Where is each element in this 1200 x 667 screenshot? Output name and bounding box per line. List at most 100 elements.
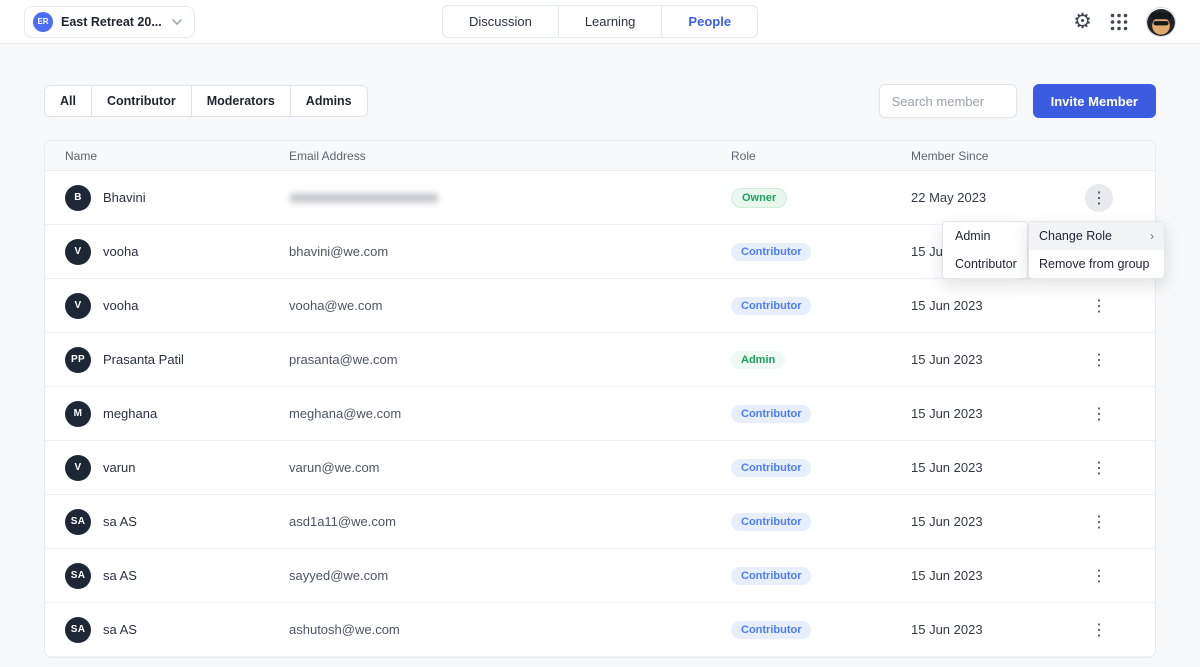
member-avatar: SA: [65, 616, 91, 643]
submenu-arrow-icon: ›: [1150, 229, 1154, 243]
invite-member-button[interactable]: Invite Member: [1032, 84, 1156, 118]
member-email-cell: varun@we.com: [289, 459, 731, 477]
role-filters: All Contributor Moderators Admins: [44, 85, 368, 117]
column-header-email-address: Email Address: [289, 148, 366, 163]
role-badge: Owner: [731, 187, 788, 208]
member-email: bhavini@we.com: [289, 243, 389, 259]
member-avatar: M: [65, 400, 91, 427]
row-actions-cell: ⋮: [1085, 183, 1135, 212]
member-since-date: 15 Jun 2023: [911, 622, 983, 637]
member-name-cell: Vvooha: [65, 238, 289, 265]
nav-tabs: Discussion Learning People: [441, 5, 759, 38]
filter-moderators[interactable]: Moderators: [190, 86, 290, 116]
row-actions-kebab-icon[interactable]: ⋮: [1085, 183, 1113, 212]
member-role-cell: Owner: [731, 187, 911, 208]
table-row: SA sa AS asd1a11@we.com Contributor 15 Jun 2…: [45, 495, 1155, 549]
column-header-role: Role: [731, 148, 756, 163]
row-actions-cell: ⋮: [1085, 508, 1135, 536]
row-actions-cell: ⋮: [1085, 292, 1135, 320]
member-email-cell: vooha@we.com: [289, 297, 731, 315]
row-actions-kebab-icon[interactable]: ⋮: [1085, 562, 1113, 590]
member-name-cell: PP Prasanta Patil: [65, 346, 289, 373]
member-since-date: 15 Jun 2023: [911, 298, 983, 313]
group-selector[interactable]: ER East Retreat 20...: [24, 5, 195, 38]
filter-admins[interactable]: Admins: [289, 86, 367, 116]
filter-contributor[interactable]: Contributor: [90, 86, 191, 116]
column-header-member-since: Member Since: [911, 148, 989, 163]
row-actions-kebab-icon[interactable]: ⋮: [1085, 400, 1113, 428]
member-avatar: V: [65, 238, 91, 265]
member-email: asd1a11@we.com: [289, 513, 396, 529]
member-role-cell: Contributor: [731, 620, 911, 639]
menu-item-remove-from-group[interactable]: Remove from group: [1029, 250, 1164, 278]
row-actions-kebab-icon[interactable]: ⋮: [1085, 454, 1113, 482]
table-row: PP Prasanta Patil prasanta@we.com Admin 15 J…: [45, 333, 1155, 387]
table-row: Mmeghana meghana@we.com Contributor 15 Jun …: [45, 387, 1155, 441]
member-name-cell: SA sa AS: [65, 562, 289, 589]
member-since-date: 15 Jun 2023: [911, 568, 983, 583]
row-actions-kebab-icon[interactable]: ⋮: [1085, 508, 1113, 536]
main-content: AllContributorModeratorsAdmins Invite Me…: [0, 84, 1200, 658]
member-email-cell: ashutosh@we.com: [289, 621, 731, 639]
member-role-cell: Contributor: [731, 458, 911, 477]
settings-gear-icon[interactable]: ⚙: [1073, 11, 1092, 32]
table-row: B Bhavini Owner 22 May 2023 ⋮: [45, 171, 1155, 225]
member-name-cell: Vvooha: [65, 292, 289, 319]
role-badge: Admin: [731, 351, 786, 369]
member-email-cell: sayyed@we.com: [289, 567, 731, 585]
row-actions-cell: ⋮: [1085, 346, 1135, 374]
row-context-menu: Change Role › Remove from group: [1028, 221, 1165, 279]
member-name: meghana: [103, 406, 158, 421]
member-name: sa AS: [103, 514, 137, 529]
member-avatar: V: [65, 292, 91, 319]
row-actions-kebab-icon[interactable]: ⋮: [1085, 292, 1113, 320]
chevron-down-icon: [172, 18, 182, 25]
member-avatar: SA: [65, 508, 91, 535]
row-actions-cell: ⋮: [1085, 454, 1135, 482]
role-badge: Contributor: [731, 405, 812, 423]
member-name: sa AS: [103, 568, 137, 583]
user-avatar[interactable]: [1146, 6, 1176, 37]
member-name: vooha: [103, 244, 139, 259]
role-badge: Contributor: [731, 621, 812, 639]
row-actions-kebab-icon[interactable]: ⋮: [1085, 616, 1113, 644]
member-name: vooha: [103, 298, 139, 313]
role-badge: Contributor: [731, 459, 812, 477]
member-avatar: PP: [65, 346, 91, 373]
row-actions-cell: ⋮: [1085, 562, 1135, 590]
menu-item-label: Change Role: [1039, 229, 1112, 243]
member-avatar: V: [65, 454, 91, 481]
submenu-item-contributor[interactable]: Contributor: [943, 250, 1027, 278]
submenu-item-admin[interactable]: Admin: [943, 222, 1027, 250]
table-row: SA sa AS ashutosh@we.com Contributor 15 Jun …: [45, 603, 1155, 657]
member-avatar: B: [65, 184, 91, 211]
group-avatar: ER: [33, 11, 53, 32]
change-role-submenu: Admin Contributor: [942, 221, 1028, 279]
member-name-cell: Mmeghana: [65, 400, 289, 427]
member-role-cell: Contributor: [731, 296, 911, 315]
topbar: ER East Retreat 20... Discussion Learning…: [0, 0, 1200, 44]
member-role-cell: Admin: [731, 350, 911, 369]
member-since-date: 15 Jun 2023: [911, 514, 983, 529]
row-actions-kebab-icon[interactable]: ⋮: [1085, 346, 1113, 374]
member-role-cell: Contributor: [731, 512, 911, 531]
search-member-input[interactable]: [878, 84, 1017, 118]
tab-people[interactable]: People: [661, 6, 757, 37]
member-name-cell: SA sa AS: [65, 616, 289, 643]
member-email: prasanta@we.com: [289, 351, 398, 367]
member-name-cell: SA sa AS: [65, 508, 289, 535]
toolbar-right: Invite Member: [878, 84, 1156, 118]
filter-all[interactable]: All: [45, 86, 91, 116]
tab-discussion[interactable]: Discussion: [443, 6, 558, 37]
menu-item-change-role[interactable]: Change Role ›: [1029, 222, 1164, 250]
member-email: varun@we.com: [289, 459, 380, 475]
member-email: meghana@we.com: [289, 405, 402, 421]
member-email-cell: asd1a11@we.com: [289, 513, 731, 531]
member-email: ashutosh@we.com: [289, 621, 400, 637]
member-email-cell: bhavini@we.com: [289, 243, 731, 261]
apps-grid-icon[interactable]: [1110, 13, 1128, 31]
topbar-right: ⚙: [1073, 6, 1176, 37]
tab-learning[interactable]: Learning: [557, 6, 662, 37]
member-email-cell: prasanta@we.com: [289, 351, 731, 369]
table-header-row: Name Email Address Role Member Since: [45, 141, 1155, 171]
